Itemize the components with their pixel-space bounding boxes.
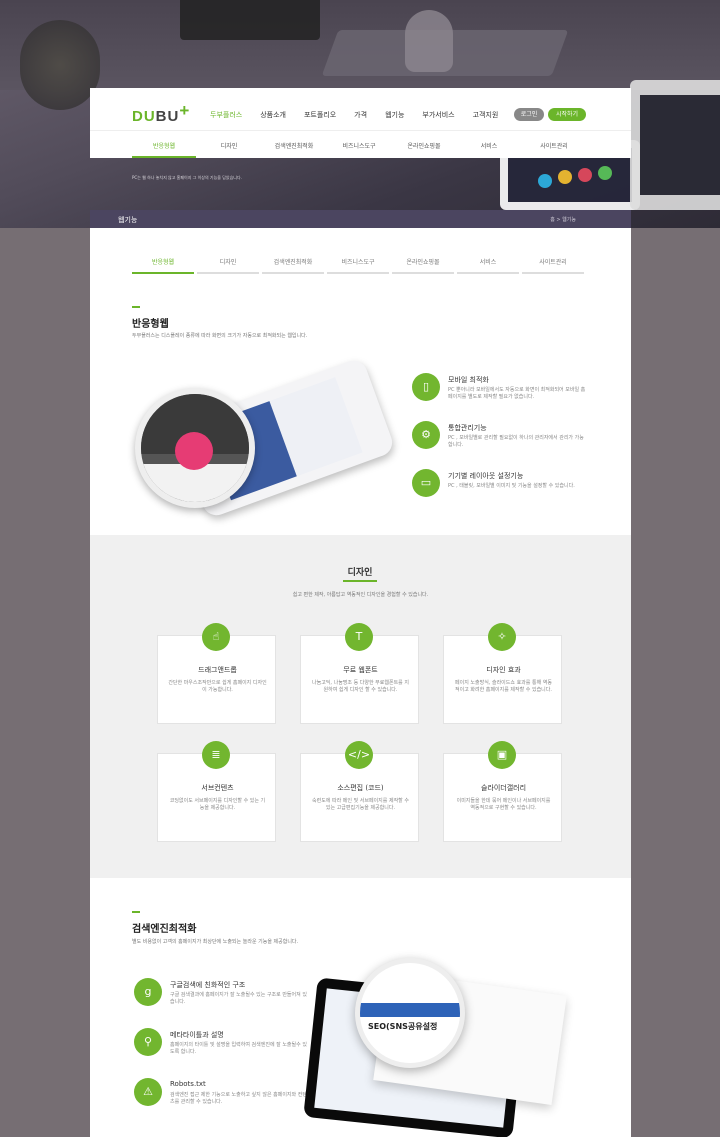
tab-site-admin[interactable]: 사이트관리 (522, 258, 584, 274)
section-mark (132, 306, 140, 308)
design-title: 디자인 (347, 568, 373, 578)
nav-item-products[interactable]: 상품소개 (260, 110, 286, 120)
responsive-devices-image (135, 356, 397, 520)
magic-icon: ✧ (488, 623, 516, 651)
feature-title: Robots.txt (170, 1080, 206, 1088)
design-section: 디자인 쉽고 편한 제작, 아름답고 역동적인 디자인을 경험할 수 있습니다.… (90, 535, 631, 878)
feature-desc: 검색엔진 접근 제한 기능으로 노출하고 싶지 않은 홈페이지와 컨텐츠를 관리… (170, 1092, 307, 1105)
subnav-item-shop[interactable]: 온라인쇼핑몰 (392, 141, 456, 150)
subnav-item-site-admin[interactable]: 사이트관리 (522, 141, 586, 150)
device-icon: ▭ (412, 469, 440, 497)
feature-tabs: 반응형웹 디자인 검색엔진최적화 비즈니스도구 온라인쇼핑몰 서비스 사이트관리 (132, 258, 586, 274)
card-desc: 숙련도에 따라 메인 및 서브페이지를 제작할 수 있는 고급편집기능을 제공합… (312, 798, 409, 811)
seo-device-image: SEO(SNS공유설정 (303, 958, 567, 1137)
design-title-underline (343, 580, 377, 582)
section-mark (132, 911, 140, 913)
feature-desc: PC , 모바일별로 관리할 필요없이 하나의 관리자에서 관리가 가능합니다. (448, 435, 584, 448)
logo[interactable]: DUBU+ (132, 101, 190, 126)
feature-title: 메타타이틀과 설명 (170, 1031, 224, 1039)
start-button[interactable]: 시작하기 (548, 108, 586, 121)
card-desc: 간단한 마우스조작만으로 쉽게 홈페이지 디자인이 가능합니다. (168, 680, 267, 693)
nav-item-price[interactable]: 가격 (354, 110, 367, 120)
zoom-lens (135, 388, 255, 508)
site-header: DUBU+ 두부플러스 상품소개 포트폴리오 가격 웹기능 부가서비스 고객지원… (90, 88, 631, 158)
hero-plant (20, 20, 100, 110)
card-title: 디자인 효과 (486, 666, 521, 674)
tab-business[interactable]: 비즈니스도구 (327, 258, 389, 274)
feature-desc: 구글 검색결과에 홈페이지가 잘 노출될수 있는 구조로 만들어져 있습니다. (170, 992, 307, 1005)
gallery-icon: ▣ (488, 741, 516, 769)
seo-desc: 별도 비용없이 고객의 홈페이지가 최상단에 노출되는 놀라운 기능을 제공합니… (132, 939, 299, 945)
lens-text: SEO(SNS공유설정 (368, 1022, 438, 1031)
page-title: 웹기능 (118, 216, 138, 224)
nav-item-dubuplus[interactable]: 두부플러스 (210, 110, 242, 120)
subnav-item-seo[interactable]: 검색엔진최적화 (262, 141, 326, 150)
tab-shop[interactable]: 온라인쇼핑몰 (392, 258, 454, 274)
hero-tablet-right-screen (640, 95, 720, 195)
design-card[interactable]: ✧ 디자인 효과 페이지 노출방식, 슬라이드쇼 효과를 통해 역동적이고 화려… (443, 623, 562, 724)
design-card[interactable]: ≣ 서브컨텐츠 코딩없이도 서브페이지를 디자인할 수 있는 기능을 제공합니다… (157, 741, 276, 842)
tab-seo[interactable]: 검색엔진최적화 (262, 258, 324, 274)
main-nav: 두부플러스 상품소개 포트폴리오 가격 웹기능 부가서비스 고객지원 (210, 110, 516, 120)
design-card[interactable]: ☝ 드래그앤드롭 간단한 마우스조작만으로 쉽게 홈페이지 디자인이 가능합니다… (157, 623, 276, 724)
card-desc: 나눔고딕, 나눔명조 등 다양한 무료웹폰트를 지원하여 쉽게 디자인 할 수 … (312, 680, 409, 693)
feature-title: 기기별 레이아웃 설정기능 (448, 472, 524, 480)
feature-title: 통합관리기능 (448, 424, 487, 432)
tab-design[interactable]: 디자인 (197, 258, 259, 274)
seo-title: 검색엔진최적화 (132, 924, 197, 935)
card-title: 무료 웹폰트 (343, 666, 378, 674)
tab-responsive[interactable]: 반응형웹 (132, 258, 194, 274)
card-title: 소스편집 (코드) (337, 784, 384, 792)
hero-monitor (180, 0, 320, 40)
subnav-item-business[interactable]: 비즈니스도구 (327, 141, 391, 150)
code-icon: </> (345, 741, 373, 769)
zoom-lens: SEO(SNS공유설정 (355, 958, 465, 1068)
responsive-desc: 두부플러스는 디스플레이 종류에 따라 화면의 크기가 자동으로 최적화되는 웹… (132, 333, 308, 339)
gear-icon: ⚙ (412, 421, 440, 449)
app-icon (175, 432, 213, 470)
card-desc: 페이지 노출방식, 슬라이드쇼 효과를 통해 역동적이고 화려한 홈페이지를 제… (455, 680, 552, 693)
subnav-item-design[interactable]: 디자인 (197, 141, 261, 150)
feature-desc: 홈페이지의 타이틀 및 설명을 입력하여 검색엔진에 잘 노출될수 있도록 합니… (170, 1042, 307, 1055)
login-button[interactable]: 로그인 (514, 108, 544, 121)
nav-item-support[interactable]: 고객지원 (473, 110, 499, 120)
feature-desc: PC 뿐아니라 모바일에서도 자동으로 화면이 최적화되어 모바일 홈페이지를 … (448, 387, 586, 400)
hero-bust (405, 10, 453, 72)
design-card[interactable]: T 무료 웹폰트 나눔고딕, 나눔명조 등 다양한 무료웹폰트를 지원하여 쉽게… (300, 623, 419, 724)
design-desc: 쉽고 편한 제작, 아름답고 역동적인 디자인을 경험할 수 있습니다. (292, 592, 429, 598)
tab-service[interactable]: 서비스 (457, 258, 519, 274)
drag-icon: ☝ (202, 623, 230, 651)
subnav-item-service[interactable]: 서비스 (457, 141, 521, 150)
card-title: 드래그앤드롭 (198, 666, 237, 674)
breadcrumb[interactable]: 홈 > 웹기능 (550, 216, 576, 223)
feature-title: 구글검색에 친화적인 구조 (170, 981, 246, 989)
nav-item-web-features[interactable]: 웹기능 (385, 110, 404, 120)
design-card[interactable]: </> 소스편집 (코드) 숙련도에 따라 메인 및 서브페이지를 제작할 수 … (300, 741, 419, 842)
feature-desc: PC , 태블릿, 모바일별 이미지 및 기능을 설정할 수 있습니다. (448, 483, 575, 489)
breadcrumb-bar: 웹기능 홈 > 웹기능 (90, 210, 631, 228)
card-desc: 코딩없이도 서브페이지를 디자인할 수 있는 기능을 제공합니다. (169, 798, 266, 811)
sub-nav: 반응형웹 디자인 검색엔진최적화 비즈니스도구 온라인쇼핑몰 서비스 사이트관리 (90, 130, 631, 158)
magnifier-icon: ⚲ (134, 1028, 162, 1056)
subnav-item-responsive[interactable]: 반응형웹 (132, 141, 196, 150)
hero-caption: PC는 웹 하나 놓치지 않고 홈페이지 그 이상의 기능을 담았습니다. (132, 175, 242, 180)
card-title: 서브컨텐츠 (201, 784, 234, 792)
responsive-title: 반응형웹 (132, 319, 169, 330)
design-card[interactable]: ▣ 슬라이더갤러리 이미지들을 한데 묶어 메인이나 서브페이지를 역동적으로 … (443, 741, 562, 842)
nav-item-portfolio[interactable]: 포트폴리오 (304, 110, 336, 120)
feature-title: 모바일 최적화 (448, 376, 489, 384)
google-icon: g (134, 978, 162, 1006)
warning-icon: ⚠ (134, 1078, 162, 1106)
nav-item-extra-services[interactable]: 부가서비스 (422, 110, 454, 120)
card-desc: 이미지들을 한데 묶어 메인이나 서브페이지를 역동적으로 구현할 수 있습니다… (456, 798, 551, 811)
font-icon: T (345, 623, 373, 651)
mobile-icon: ▯ (412, 373, 440, 401)
subnav-active-indicator (132, 156, 196, 158)
logo-plus: + (179, 101, 191, 120)
document-icon: ≣ (202, 741, 230, 769)
logo-bu: BU (155, 108, 180, 125)
logo-du: DU (132, 108, 156, 125)
card-title: 슬라이더갤러리 (480, 784, 527, 792)
main-content: 반응형웹 디자인 검색엔진최적화 비즈니스도구 온라인쇼핑몰 서비스 사이트관리… (90, 228, 631, 1137)
